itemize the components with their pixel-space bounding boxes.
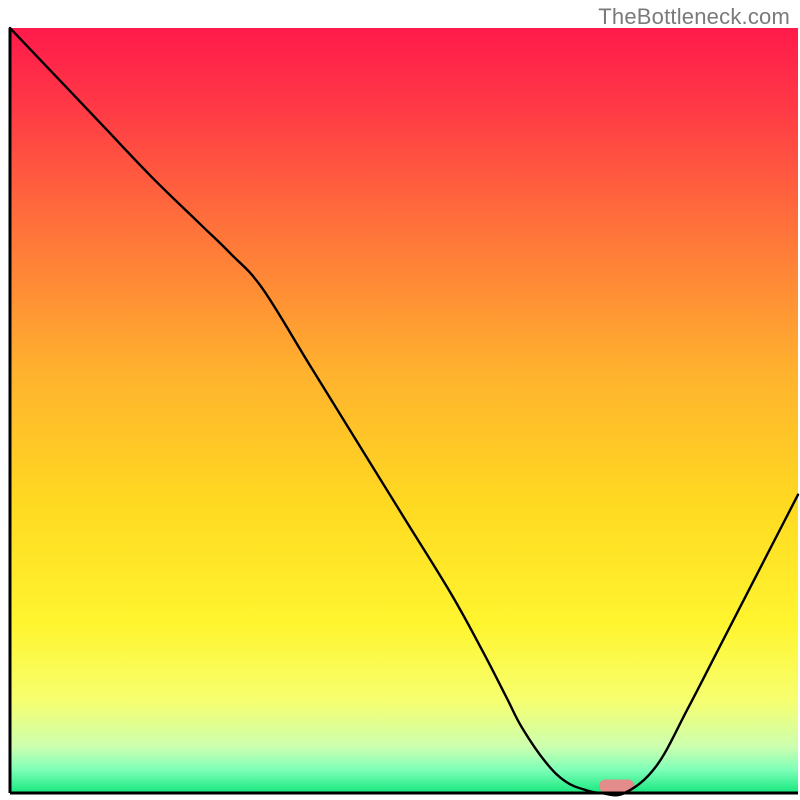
- bottleneck-chart: TheBottleneck.com: [0, 0, 800, 800]
- chart-svg: [0, 0, 800, 800]
- watermark-text: TheBottleneck.com: [598, 4, 790, 30]
- chart-background-gradient: [10, 28, 798, 793]
